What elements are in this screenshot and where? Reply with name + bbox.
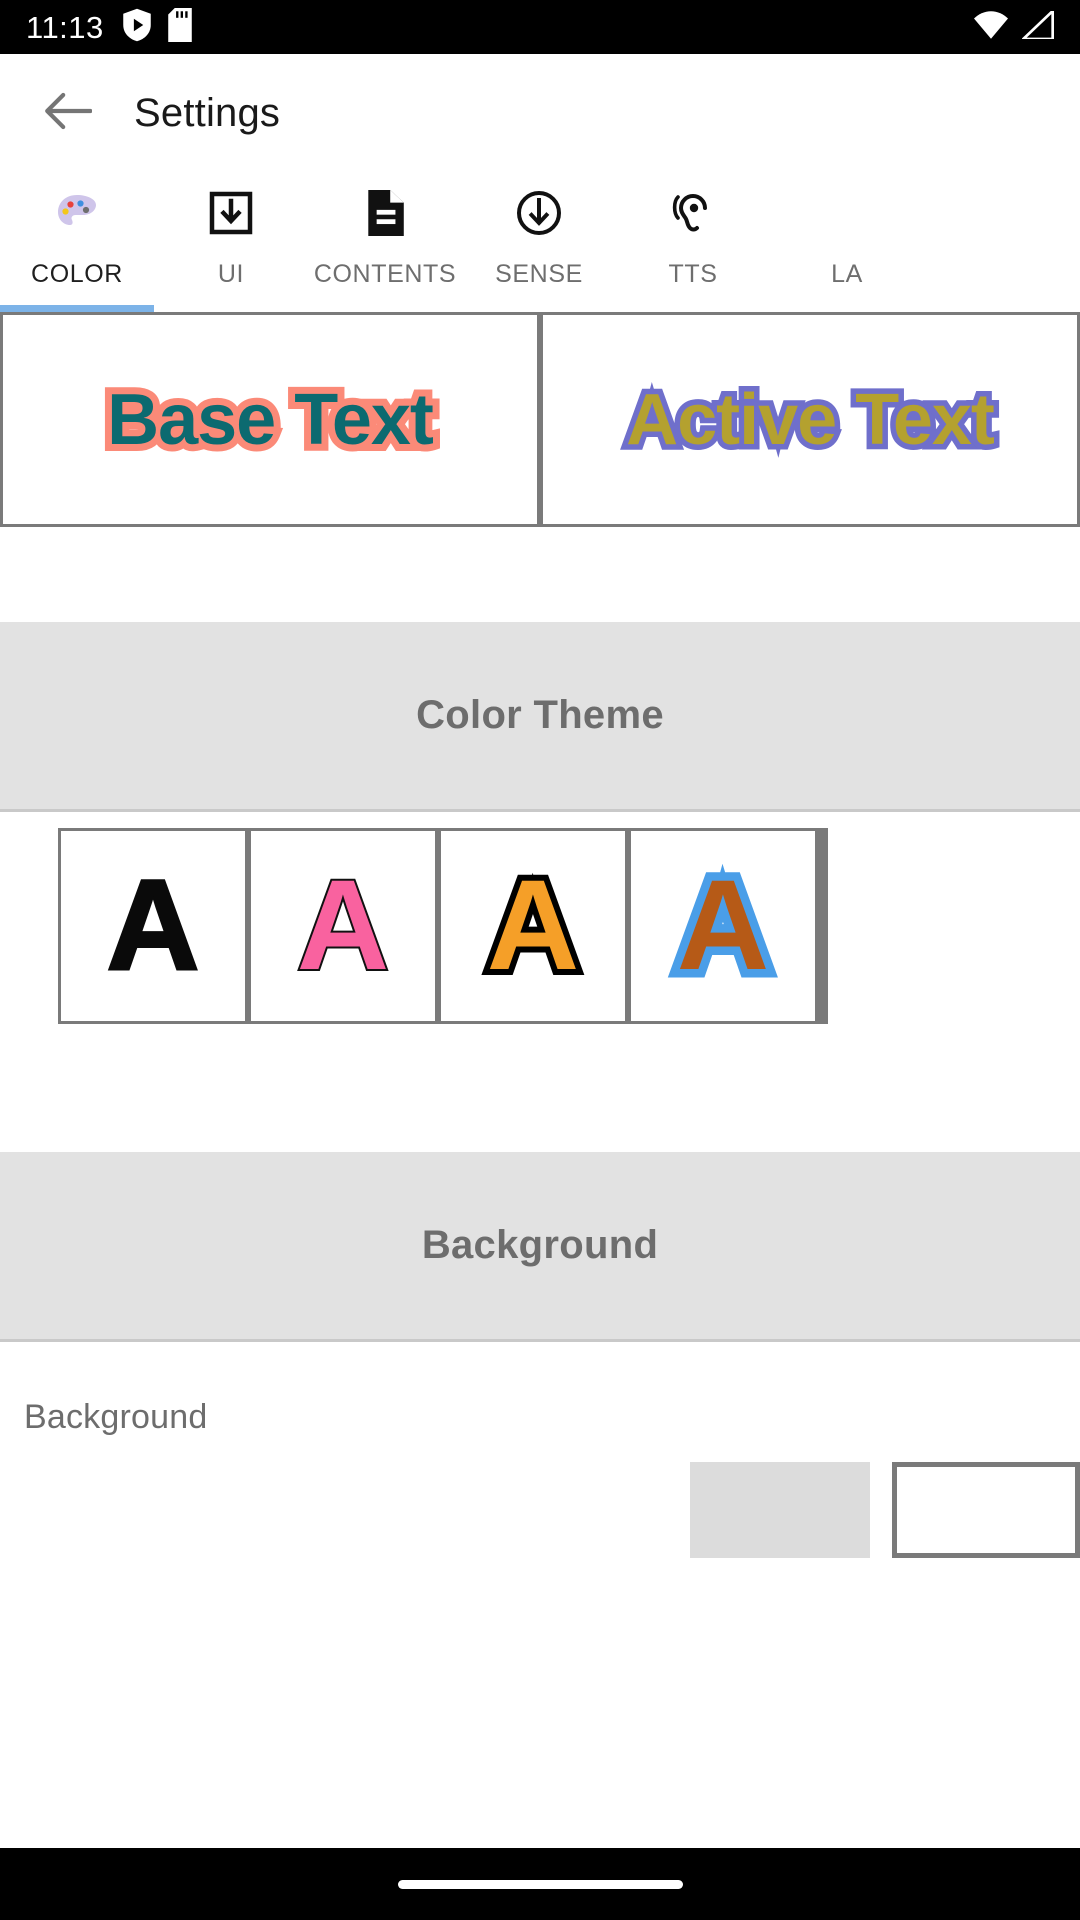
tab-label-ui: UI: [217, 260, 245, 288]
color-theme-swatch-3[interactable]: A: [441, 831, 625, 1021]
app-bar: Settings: [0, 54, 1080, 172]
swatch-letter: A: [295, 854, 391, 997]
section-spacer-top: [0, 527, 1080, 622]
tab-contents[interactable]: CONTENTS: [308, 172, 462, 312]
color-theme-swatch-row: A A A A: [58, 828, 828, 1024]
page-title: Settings: [134, 90, 281, 135]
active-text-preview[interactable]: Active Text: [543, 315, 1077, 524]
tab-language[interactable]: LA: [770, 172, 924, 312]
active-text-sample: Active Text: [621, 374, 1001, 465]
swatch-letter: A: [105, 854, 200, 997]
box-download-arrow-icon: [208, 184, 254, 242]
tab-label-color: COLOR: [31, 260, 123, 288]
system-navigation-bar: [0, 1848, 1080, 1920]
circle-down-arrow-icon: [515, 184, 563, 242]
status-bar-clock: 11:13: [26, 9, 104, 45]
document-lines-icon: [363, 184, 407, 242]
background-swatch-gray[interactable]: [690, 1462, 870, 1558]
tab-sense[interactable]: SENSE: [462, 172, 616, 312]
swatch-letter: A: [481, 854, 585, 997]
tab-label-language: LA: [831, 260, 863, 288]
text-preview-row: Base Text Active Text: [0, 312, 1080, 527]
status-bar-left-icons: [122, 7, 192, 47]
tab-color[interactable]: COLOR: [0, 172, 154, 312]
tab-active-indicator: [0, 305, 154, 312]
color-theme-title: Color Theme: [416, 693, 664, 737]
color-theme-swatch-2[interactable]: A: [251, 831, 435, 1021]
background-swatch-white[interactable]: [892, 1462, 1080, 1558]
tab-label-sense: SENSE: [495, 260, 583, 288]
status-bar-right-icons: [974, 7, 1054, 44]
color-theme-swatch-1[interactable]: A: [61, 831, 245, 1021]
background-header: Background: [0, 1152, 1080, 1342]
background-swatches: [690, 1462, 1080, 1558]
back-button[interactable]: [36, 81, 100, 145]
sd-card-icon: [168, 7, 192, 47]
background-row-label: Background: [24, 1398, 208, 1436]
base-text-sample: Base Text: [100, 373, 441, 467]
play-protect-shield-icon: [122, 8, 152, 47]
tab-tts[interactable]: TTS: [616, 172, 770, 312]
palette-icon: [53, 184, 101, 242]
tab-label-contents: CONTENTS: [313, 260, 457, 288]
ear-hearing-icon: [669, 184, 717, 242]
home-gesture-pill[interactable]: [397, 1879, 683, 1889]
base-text-preview[interactable]: Base Text: [3, 315, 537, 524]
color-theme-header: Color Theme: [0, 622, 1080, 812]
color-theme-bottom-spacer: [0, 1024, 1080, 1152]
tab-ui[interactable]: UI: [154, 172, 308, 312]
background-title: Background: [421, 1223, 659, 1267]
cellular-signal-icon: [1020, 7, 1054, 44]
color-theme-swatch-area: A A A A: [0, 812, 1080, 1024]
arrow-left-icon: [44, 91, 93, 136]
background-row[interactable]: Background: [0, 1342, 1080, 1558]
status-bar: 11:13: [0, 0, 1080, 54]
tab-label-tts: TTS: [668, 260, 718, 288]
swatch-letter: A: [668, 853, 778, 998]
wifi-icon: [974, 10, 1008, 44]
settings-tab-bar[interactable]: COLOR UI CONTENTS SENSE TTS LA: [0, 172, 1080, 312]
color-theme-swatch-4[interactable]: A: [631, 831, 815, 1021]
